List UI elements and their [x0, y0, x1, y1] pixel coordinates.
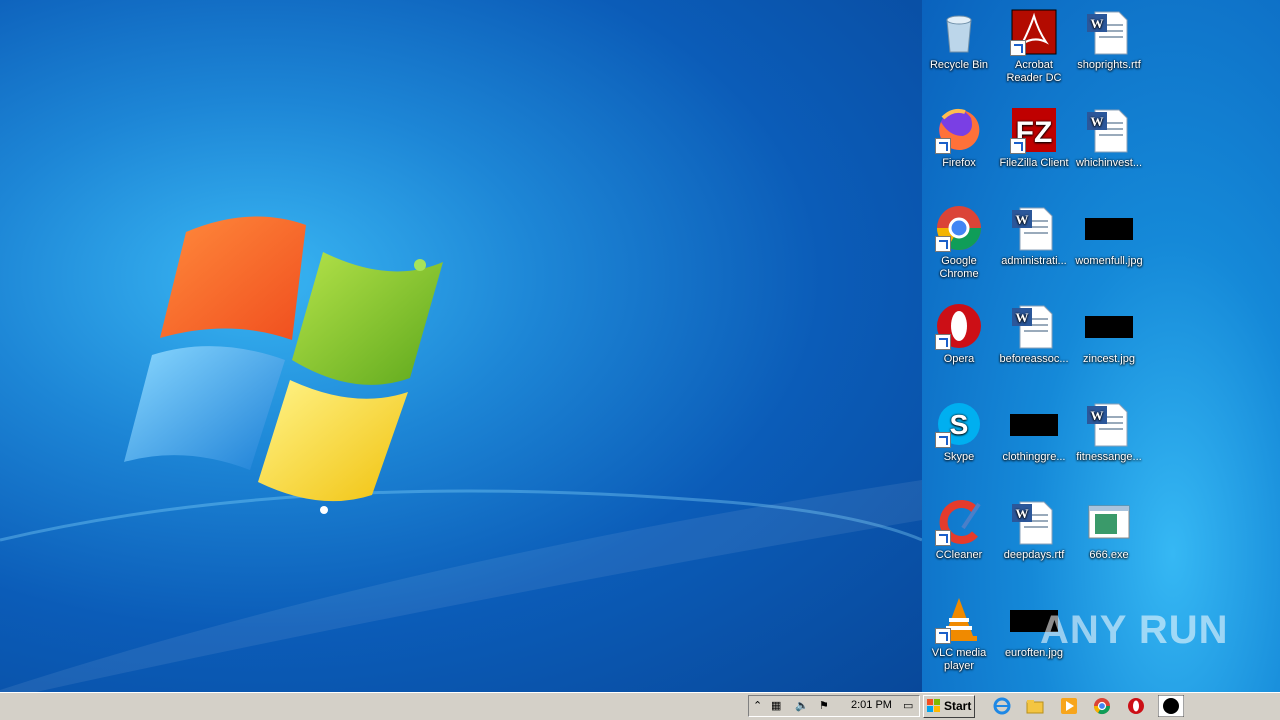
svg-text:S: S	[950, 409, 969, 440]
desktop-icon-label: womenfull.jpg	[1075, 255, 1143, 267]
desktop-icon-label: Skype	[943, 451, 975, 463]
action-center-flag-icon[interactable]: ⚑	[819, 699, 829, 712]
desktop-icon-label: CCleaner	[935, 549, 983, 561]
desktop-icon-label: zincest.jpg	[1083, 353, 1135, 365]
show-hidden-icons-icon[interactable]: ⌃	[753, 699, 762, 712]
desktop-icon-clothinggre[interactable]: clothinggre...	[997, 400, 1071, 464]
desktop-icon-recycle-bin[interactable]: Recycle Bin	[922, 8, 996, 72]
desktop-icon-deepdays-rtf[interactable]: Wdeepdays.rtf	[997, 498, 1071, 562]
skype-icon: S	[935, 400, 983, 448]
ccleaner-icon	[935, 498, 983, 546]
chrome-taskbar-icon[interactable]	[1093, 697, 1111, 715]
word-doc-icon: W	[1010, 498, 1058, 546]
word-doc-icon: W	[1085, 106, 1133, 154]
image-thumbnail-icon	[1010, 400, 1058, 448]
desktop-icon-label: beforeassoc...	[999, 353, 1069, 365]
desktop-icon-firefox[interactable]: Firefox	[922, 106, 996, 170]
shortcut-arrow-icon	[1010, 40, 1026, 56]
shortcut-arrow-icon	[935, 530, 951, 546]
desktop-icon-womenfull-jpg[interactable]: womenfull.jpg	[1072, 204, 1146, 268]
image-thumbnail-icon	[1085, 302, 1133, 350]
internet-explorer-icon[interactable]	[993, 697, 1011, 715]
desktop-icon-beforeassoc[interactable]: Wbeforeassoc...	[997, 302, 1071, 366]
shortcut-arrow-icon	[935, 236, 951, 252]
windows-logo-icon	[0, 216, 922, 692]
anyrun-watermark: ANY RUN	[1040, 608, 1229, 652]
word-doc-icon: W	[1085, 400, 1133, 448]
desktop-icon-label: Acrobat Reader DC	[1006, 59, 1062, 84]
desktop-icon-label: fitnessange...	[1076, 451, 1142, 463]
opera-icon	[935, 302, 983, 350]
desktop-icon-skype[interactable]: S Skype	[922, 400, 996, 464]
desktop-icon-label: Google Chrome	[939, 255, 979, 280]
word-doc-icon: W	[1085, 8, 1133, 56]
exe-icon	[1085, 498, 1133, 546]
desktop-icon-whichinvest[interactable]: Wwhichinvest...	[1072, 106, 1146, 170]
windows-flag-icon	[927, 699, 940, 712]
desktop-icon-shoprights-rtf[interactable]: Wshoprights.rtf	[1072, 8, 1146, 72]
shortcut-arrow-icon	[935, 432, 951, 448]
file-explorer-icon[interactable]	[1026, 697, 1044, 715]
firefox-icon	[935, 106, 983, 154]
desktop-icon-666-exe[interactable]: 666.exe	[1072, 498, 1146, 562]
desktop-icon-label: Recycle Bin	[929, 59, 989, 71]
taskbar: ⌃ ▦ 🔈 ⚑ 2:01 PM ▭ Start	[0, 692, 1280, 720]
shortcut-arrow-icon	[1010, 138, 1026, 154]
chrome-icon	[935, 204, 983, 252]
desktop-icon-google-chrome[interactable]: Google Chrome	[922, 204, 996, 281]
media-player-icon[interactable]	[1060, 697, 1078, 715]
desktop-icon-label: Opera	[943, 353, 975, 365]
desktop-icon-label: administrati...	[1001, 255, 1067, 267]
desktop-icon-label: 666.exe	[1089, 549, 1129, 561]
shortcut-arrow-icon	[935, 628, 951, 644]
svg-text:W: W	[1091, 114, 1104, 129]
acrobat-icon	[1010, 8, 1058, 56]
desktop-icon-filezilla-client[interactable]: FZ FileZilla Client	[997, 106, 1071, 170]
volume-icon[interactable]: 🔈	[795, 699, 809, 712]
network-icon[interactable]: ▦	[771, 699, 781, 712]
svg-text:W: W	[1091, 408, 1104, 423]
svg-text:W: W	[1016, 310, 1029, 325]
desktop-icon-ccleaner[interactable]: CCleaner	[922, 498, 996, 562]
desktop-icon-label: clothinggre...	[1002, 451, 1066, 463]
word-doc-icon: W	[1010, 204, 1058, 252]
svg-text:W: W	[1016, 212, 1029, 227]
shortcut-arrow-icon	[935, 138, 951, 154]
recycle-bin-icon	[935, 8, 983, 56]
desktop-icon-acrobat-reader-dc[interactable]: Acrobat Reader DC	[997, 8, 1071, 85]
start-label: Start	[944, 699, 972, 713]
desktop-wallpaper	[0, 0, 922, 692]
desktop-icon-vlc-media-player[interactable]: VLC media player	[922, 596, 996, 673]
desktop-icon-label: Firefox	[942, 157, 976, 169]
vlc-icon	[935, 596, 983, 644]
svg-text:W: W	[1016, 506, 1029, 521]
record-button-icon[interactable]	[1158, 695, 1184, 717]
desktop-icon-administrati[interactable]: Wadministrati...	[997, 204, 1071, 268]
shortcut-arrow-icon	[935, 334, 951, 350]
show-desktop-icon[interactable]: ▭	[903, 699, 913, 712]
clock[interactable]: 2:01 PM	[851, 699, 892, 711]
system-tray: ⌃ ▦ 🔈 ⚑ 2:01 PM ▭	[748, 695, 920, 717]
desktop-icon-label: FileZilla Client	[999, 157, 1069, 169]
filezilla-icon: FZ	[1010, 106, 1058, 154]
desktop-icon-zincest-jpg[interactable]: zincest.jpg	[1072, 302, 1146, 366]
desktop-icon-opera[interactable]: Opera	[922, 302, 996, 366]
image-thumbnail-icon	[1085, 204, 1133, 252]
desktop-icon-label: shoprights.rtf	[1077, 59, 1141, 71]
desktop-icon-label: whichinvest...	[1075, 157, 1143, 169]
desktop-icon-label: deepdays.rtf	[1003, 549, 1065, 561]
desktop-icon-fitnessange[interactable]: Wfitnessange...	[1072, 400, 1146, 464]
svg-text:W: W	[1091, 16, 1104, 31]
start-button[interactable]: Start	[923, 695, 975, 718]
desktop-icon-label: VLC media player	[931, 647, 987, 672]
opera-taskbar-icon[interactable]	[1127, 697, 1145, 715]
word-doc-icon: W	[1010, 302, 1058, 350]
